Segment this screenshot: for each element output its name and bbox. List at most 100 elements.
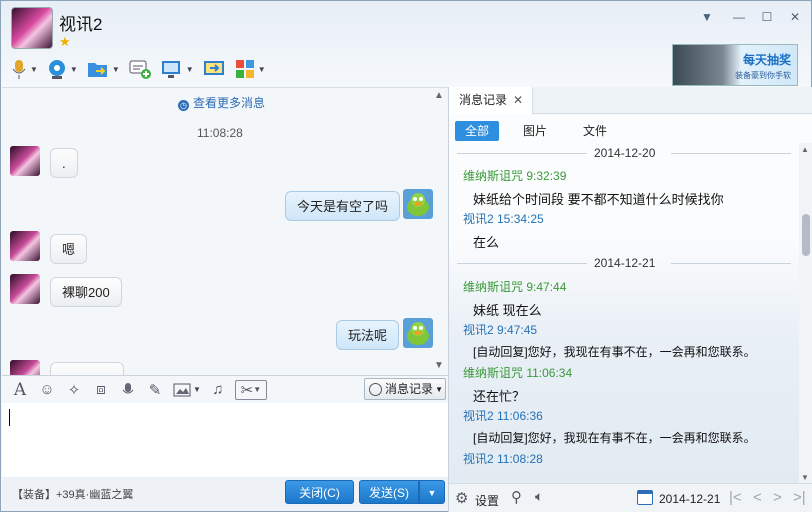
- text-cursor: [9, 409, 10, 426]
- message-bubble-outgoing: 玩法呢: [336, 320, 400, 350]
- message-bubble-outgoing: 今天是有空了吗: [285, 191, 401, 221]
- close-tab-icon[interactable]: ✕: [513, 93, 523, 107]
- send-file-button[interactable]: ▼: [83, 55, 123, 83]
- history-sender-line: 视讯2 11:08:28: [463, 452, 543, 466]
- message-bubble: 嗯: [50, 234, 88, 264]
- ad-subtitle: 装备豪到你手软: [735, 71, 791, 80]
- ad-title: 每天抽奖: [742, 53, 791, 67]
- contact-name: 视讯2: [59, 15, 103, 34]
- video-call-button[interactable]: ▼: [43, 55, 81, 83]
- tab-bar: [533, 87, 812, 114]
- history-date-separator: 2014-12-21: [449, 256, 799, 270]
- clock-icon: ◷: [178, 100, 189, 111]
- contact-avatar[interactable]: [11, 7, 53, 49]
- history-records: 2014-12-20 维纳斯诅咒 9:32:39 妹纸给个时间段 要不都不知道什么时…: [449, 143, 799, 483]
- monitor-icon: [161, 61, 180, 78]
- message-bubble: .: [50, 148, 78, 178]
- star-icon[interactable]: ★: [59, 34, 71, 50]
- send-button[interactable]: 发送(S): [359, 480, 419, 504]
- history-sender-line: 视讯2 9:47:45: [463, 323, 538, 337]
- chat-window: 视讯2 ★ ▼ — ☐ ✕ ▼ ▼ ▼ ▼ ▼ 每天抽奖 装备豪到你手软 ◷ 查看…: [0, 0, 812, 512]
- history-date-separator: 2014-12-20: [449, 146, 799, 160]
- screenshot-scissors-icon[interactable]: ✂ ▼: [234, 379, 267, 400]
- settings-label[interactable]: 设置: [475, 492, 499, 509]
- tab-message-history[interactable]: 消息记录 ✕: [449, 87, 533, 114]
- message-input[interactable]: [2, 403, 448, 477]
- history-date-label: 2014-12-20: [594, 146, 656, 160]
- scroll-down-icon[interactable]: ▼: [801, 473, 809, 482]
- gear-icon[interactable]: ⚙: [455, 489, 468, 507]
- filter-files[interactable]: 文件: [573, 121, 617, 141]
- history-date[interactable]: 2014-12-21: [659, 492, 720, 506]
- equipment-info: 【装备】+39真·幽蓝之翼: [12, 489, 134, 501]
- new-message-button[interactable]: [125, 55, 155, 83]
- voice-message-icon[interactable]: [118, 380, 138, 400]
- edit-icon[interactable]: ✎: [145, 380, 165, 400]
- history-message: [自动回复]您好，我现在有事不在，一会再和您联系。: [473, 345, 756, 359]
- apps-grid-icon: [235, 60, 254, 78]
- screen-share-icon: [203, 61, 224, 75]
- remote-desktop-button[interactable]: ▼: [157, 55, 197, 83]
- next-page-icon[interactable]: >: [773, 489, 782, 506]
- music-icon[interactable]: ♫: [208, 380, 228, 400]
- prev-page-icon[interactable]: <: [753, 489, 762, 506]
- voice-call-button[interactable]: ▼: [7, 55, 41, 83]
- history-message: 在么: [473, 235, 500, 250]
- emoji-icon[interactable]: ☺: [37, 380, 57, 400]
- font-icon[interactable]: A: [10, 380, 30, 400]
- contact-avatar-small[interactable]: [10, 231, 40, 261]
- shake-window-icon[interactable]: ⧈: [91, 380, 111, 400]
- maximize-button[interactable]: ☐: [758, 9, 776, 25]
- scroll-down-icon[interactable]: ▼: [434, 360, 444, 371]
- contact-avatar-small[interactable]: [10, 274, 40, 304]
- message-bubble: 裸聊200: [50, 277, 122, 307]
- scroll-up-icon[interactable]: ▲: [801, 145, 809, 154]
- history-filters: 全部 图片 文件: [455, 121, 617, 141]
- history-date-label: 2014-12-21: [594, 256, 656, 270]
- history-sender-line: 维纳斯诅咒 11:06:34: [463, 366, 573, 380]
- my-avatar[interactable]: [403, 318, 433, 348]
- contact-avatar-small[interactable]: [10, 360, 40, 375]
- history-message: 还在忙？: [473, 389, 526, 404]
- history-scrollbar[interactable]: [799, 143, 812, 483]
- first-page-icon[interactable]: |<: [729, 489, 742, 506]
- last-page-icon[interactable]: >|: [793, 489, 806, 506]
- history-sender-line: 视讯2 15:34:25: [463, 212, 544, 226]
- see-more-label: 查看更多消息: [193, 96, 266, 110]
- main-toolbar: ▼ ▼ ▼ ▼ ▼: [7, 53, 269, 85]
- dropdown-icon[interactable]: ▼: [698, 9, 716, 25]
- close-button[interactable]: 关闭(C): [285, 480, 354, 504]
- footer-bar: 【装备】+39真·幽蓝之翼 关闭(C) 发送(S) ▼: [2, 477, 448, 511]
- calendar-icon[interactable]: [637, 490, 653, 505]
- message-history-label: 消息记录: [385, 382, 434, 396]
- scrollbar-thumb[interactable]: [802, 214, 810, 256]
- send-options-button[interactable]: ▼: [419, 480, 445, 504]
- history-panel: 消息记录 ✕ 全部 图片 文件 2014-12-20 维纳斯诅咒 9:32:39 妹纸…: [448, 87, 812, 512]
- clock-icon: [369, 383, 382, 396]
- message-timestamp: 11:08:28: [197, 126, 243, 140]
- speaker-icon[interactable]: 🔈︎: [535, 488, 543, 505]
- search-icon[interactable]: ⚲: [511, 488, 522, 506]
- apps-button[interactable]: ▼: [231, 55, 269, 83]
- message-bubble-partial: [50, 362, 124, 375]
- microphone-icon: [12, 60, 26, 79]
- image-icon[interactable]: [172, 380, 192, 400]
- webcam-icon: [48, 60, 65, 79]
- filter-all[interactable]: 全部: [455, 121, 500, 141]
- speech-bubble-icon: [129, 60, 151, 79]
- my-avatar[interactable]: [403, 189, 433, 219]
- contact-avatar-small[interactable]: [10, 146, 40, 176]
- filter-images[interactable]: 图片: [513, 121, 557, 141]
- history-sender-line: 维纳斯诅咒 9:47:44: [463, 280, 567, 294]
- scroll-up-icon[interactable]: ▲: [434, 90, 444, 101]
- history-message: 妹纸给个时间段 要不都不知道什么时候找你: [473, 192, 724, 207]
- magic-wand-icon[interactable]: ✧: [64, 380, 84, 400]
- message-area: ◷ 查看更多消息 11:08:28 . 今天是有空了吗 嗯 裸聊200 玩法呢: [2, 87, 448, 375]
- ad-banner[interactable]: 每天抽奖 装备豪到你手软: [672, 44, 798, 86]
- see-more-messages-link[interactable]: ◷ 查看更多消息: [178, 94, 265, 111]
- minimize-button[interactable]: —: [730, 9, 748, 25]
- close-window-button[interactable]: ✕: [786, 9, 804, 25]
- message-history-button[interactable]: 消息记录 ▼: [364, 378, 446, 400]
- folder-icon: [87, 63, 107, 77]
- share-screen-button[interactable]: [199, 55, 229, 83]
